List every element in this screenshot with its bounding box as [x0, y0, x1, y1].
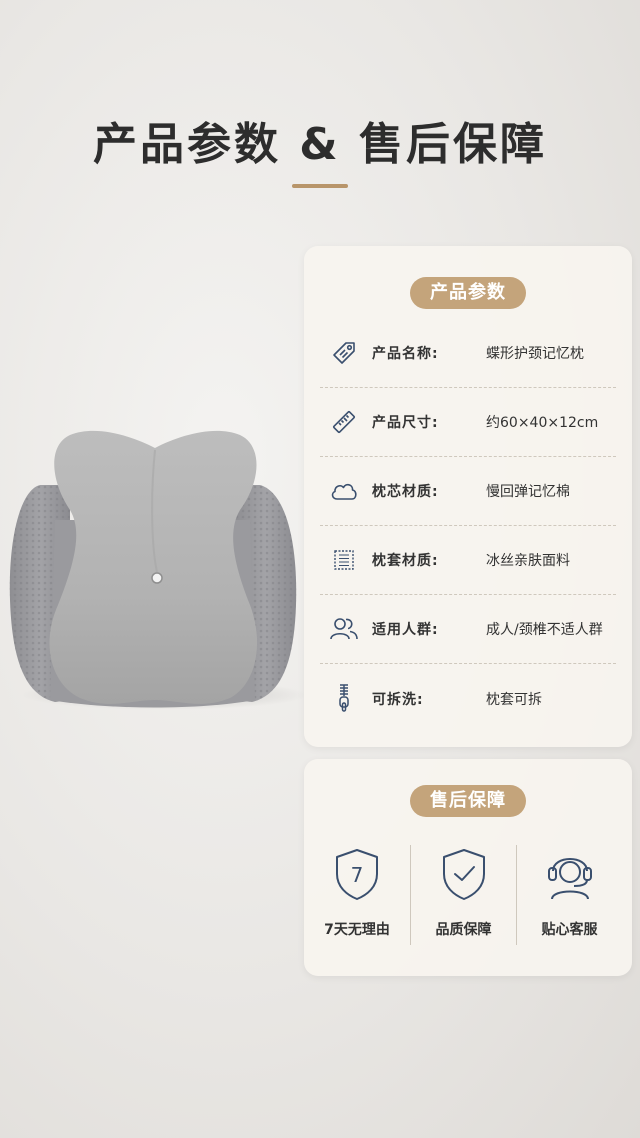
param-row-name: 产品名称: 蝶形护颈记忆枕	[320, 319, 616, 388]
param-value: 慢回弹记忆棉	[486, 484, 570, 500]
service-list: 7 7天无理由 品质保障 贴心客服	[304, 845, 632, 945]
service-label: 贴心客服	[541, 922, 598, 938]
after-sale-card: 售后保障 7 7天无理由 品质保障 贴心客服	[304, 759, 632, 976]
pillow-product-image	[9, 430, 297, 708]
cloud-icon	[324, 475, 364, 507]
service-item-support: 贴心客服	[516, 845, 622, 945]
param-row-washable: 可拆洗: 枕套可拆	[320, 664, 616, 733]
headset-agent-icon	[543, 847, 597, 901]
param-label: 适用人群:	[372, 622, 439, 638]
service-label: 7天无理由	[324, 922, 390, 938]
param-label: 可拆洗:	[372, 691, 424, 708]
ruler-icon	[324, 406, 364, 438]
seven-day-shield-icon: 7	[330, 847, 384, 901]
title-underline	[292, 184, 348, 188]
param-row-cover-material: 枕套材质: 冰丝亲肤面料	[320, 526, 616, 595]
param-row-audience: 适用人群: 成人/颈椎不适人群	[320, 595, 616, 664]
param-label: 枕套材质:	[372, 553, 439, 569]
params-list: 产品名称: 蝶形护颈记忆枕 产品尺寸: 约60×40×12cm 枕芯材质: 慢回…	[320, 319, 616, 733]
product-params-card: 产品参数 产品名称: 蝶形护颈记忆枕 产品尺寸: 约60×40×12cm 枕芯材…	[304, 246, 632, 747]
page-title: 产品参数 & 售后保障	[92, 119, 547, 170]
service-label: 品质保障	[435, 922, 492, 938]
params-heading: 产品参数	[410, 277, 526, 309]
tag-icon	[324, 337, 364, 369]
seven-day-badge-number: 7	[351, 863, 364, 887]
param-row-size: 产品尺寸: 约60×40×12cm	[320, 388, 616, 457]
param-value: 枕套可拆	[486, 691, 542, 708]
param-value: 成人/颈椎不适人群	[486, 622, 603, 638]
check-shield-icon	[437, 847, 491, 901]
param-label: 枕芯材质:	[372, 484, 439, 500]
service-item-7day: 7 7天无理由	[304, 845, 410, 945]
param-label: 产品名称:	[372, 346, 439, 362]
service-item-quality: 品质保障	[410, 845, 516, 945]
zipper-icon	[324, 683, 364, 715]
users-icon	[324, 613, 364, 645]
param-value: 约60×40×12cm	[486, 415, 599, 431]
fabric-icon	[324, 544, 364, 576]
param-value: 蝶形护颈记忆枕	[486, 346, 584, 362]
param-label: 产品尺寸:	[372, 415, 439, 431]
service-heading: 售后保障	[410, 785, 526, 817]
param-row-core-material: 枕芯材质: 慢回弹记忆棉	[320, 457, 616, 526]
param-value: 冰丝亲肤面料	[486, 553, 570, 569]
